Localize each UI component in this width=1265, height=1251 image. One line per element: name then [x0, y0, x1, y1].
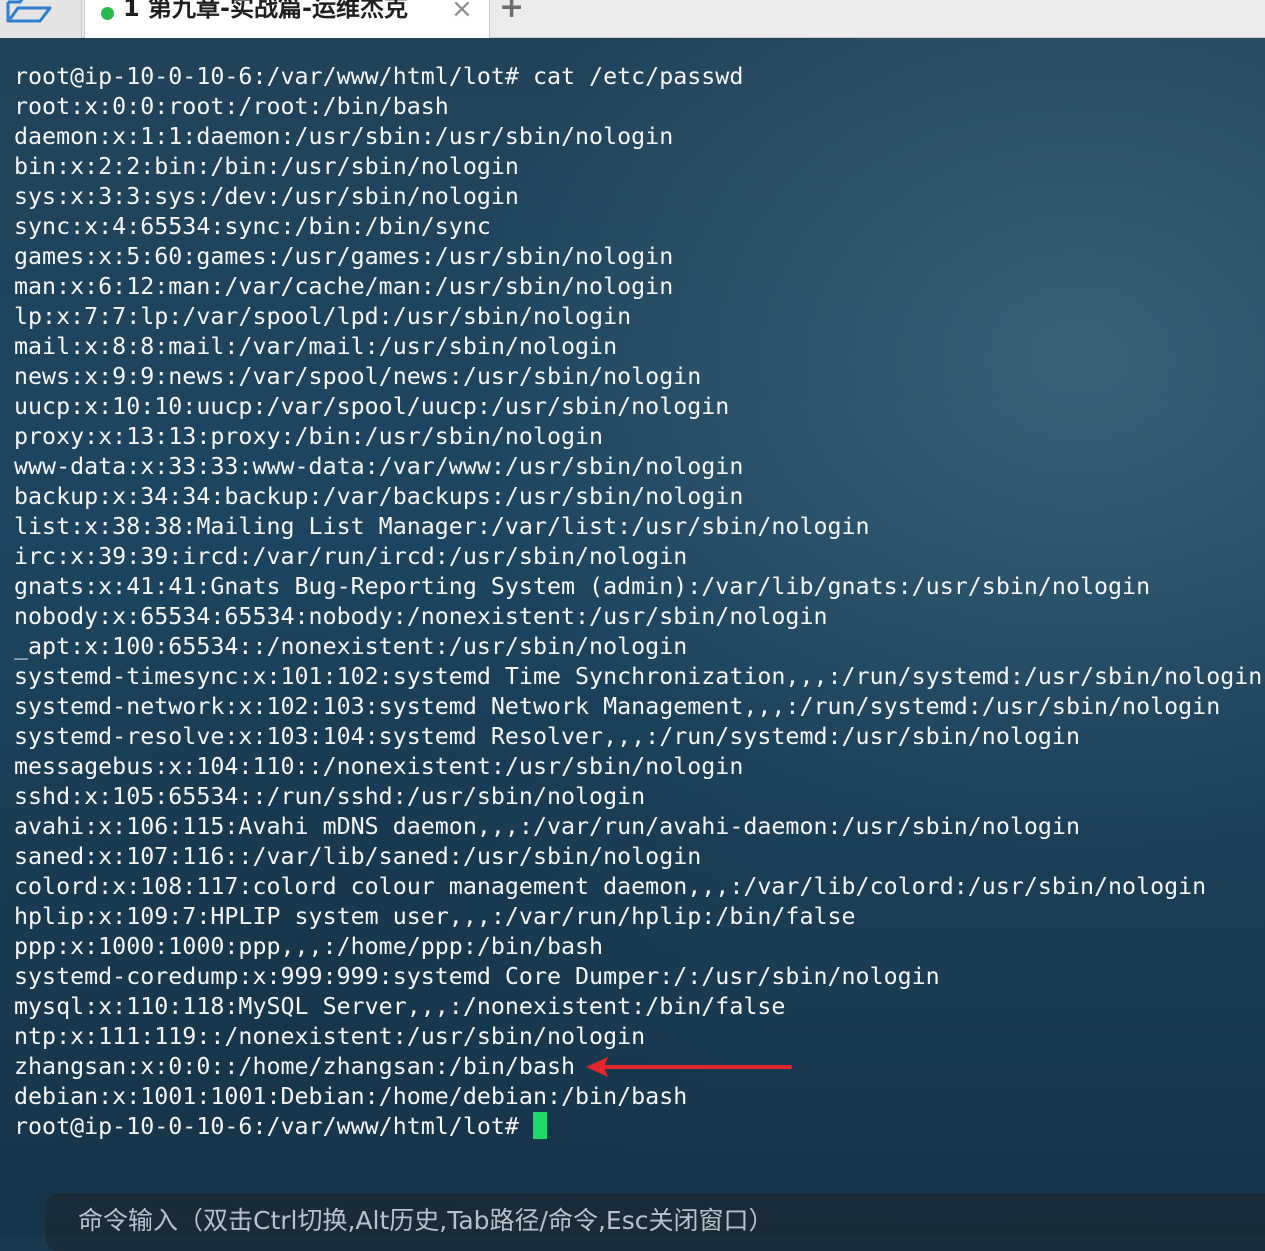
- tab-bar: 1 第九章-实战篇-运维杰克 × +: [0, 0, 1265, 38]
- terminal-line: hplip:x:109:7:HPLIP system user,,,:/var/…: [14, 903, 856, 930]
- annotation-arrow: [586, 1057, 792, 1077]
- terminal-line: _apt:x:100:65534::/nonexistent:/usr/sbin…: [14, 633, 688, 660]
- tab-session-1[interactable]: 1 第九章-实战篇-运维杰克 ×: [84, 0, 490, 38]
- terminal-line: systemd-timesync:x:101:102:systemd Time …: [14, 663, 1263, 690]
- terminal-line: colord:x:108:117:colord colour managemen…: [14, 873, 1207, 900]
- terminal-line: backup:x:34:34:backup:/var/backups:/usr/…: [14, 483, 744, 510]
- terminal-line: man:x:6:12:man:/var/cache/man:/usr/sbin/…: [14, 273, 674, 300]
- tab-title: 1 第九章-实战篇-运维杰克: [123, 0, 408, 22]
- terminal-line: mysql:x:110:118:MySQL Server,,,:/nonexis…: [14, 993, 786, 1020]
- terminal-prompt-line: root@ip-10-0-10-6:/var/www/html/lot#: [14, 1112, 547, 1142]
- command-input-bar[interactable]: 命令输入（双击Ctrl切换,Alt历史,Tab路径/命令,Esc关闭窗口）: [46, 1193, 1265, 1251]
- terminal-line: lp:x:7:7:lp:/var/spool/lpd:/usr/sbin/nol…: [14, 303, 632, 330]
- terminal-output[interactable]: root@ip-10-0-10-6:/var/www/html/lot# cat…: [0, 38, 1265, 1251]
- connected-status-icon: [101, 7, 114, 20]
- terminal-lines: root@ip-10-0-10-6:/var/www/html/lot# cat…: [0, 38, 1265, 1152]
- terminal-line: sync:x:4:65534:sync:/bin:/bin/sync: [14, 213, 491, 240]
- terminal-line: list:x:38:38:Mailing List Manager:/var/l…: [14, 513, 870, 540]
- terminal-line: uucp:x:10:10:uucp:/var/spool/uucp:/usr/s…: [14, 393, 730, 420]
- terminal-line: systemd-resolve:x:103:104:systemd Resolv…: [14, 723, 1080, 750]
- terminal-line: systemd-network:x:102:103:systemd Networ…: [14, 693, 1221, 720]
- terminal-line: mail:x:8:8:mail:/var/mail:/usr/sbin/nolo…: [14, 333, 618, 360]
- text-cursor: [532, 1112, 547, 1139]
- terminal-line: games:x:5:60:games:/usr/games:/usr/sbin/…: [14, 243, 674, 270]
- open-folder-button[interactable]: [0, 0, 82, 38]
- terminal-line: saned:x:107:116::/var/lib/saned:/usr/sbi…: [14, 843, 702, 870]
- terminal-line: daemon:x:1:1:daemon:/usr/sbin:/usr/sbin/…: [14, 123, 674, 150]
- terminal-line: ntp:x:111:119::/nonexistent:/usr/sbin/no…: [14, 1023, 646, 1050]
- terminal-line: proxy:x:13:13:proxy:/bin:/usr/sbin/nolog…: [14, 423, 604, 450]
- terminal-line: news:x:9:9:news:/var/spool/news:/usr/sbi…: [14, 363, 702, 390]
- terminal-line: bin:x:2:2:bin:/bin:/usr/sbin/nologin: [14, 153, 519, 180]
- terminal-line: systemd-coredump:x:999:999:systemd Core …: [14, 963, 940, 990]
- terminal-line: ppp:x:1000:1000:ppp,,,:/home/ppp:/bin/ba…: [14, 933, 604, 960]
- terminal-line: avahi:x:106:115:Avahi mDNS daemon,,,:/va…: [14, 813, 1080, 840]
- terminal-line: irc:x:39:39:ircd:/var/run/ircd:/usr/sbin…: [14, 543, 688, 570]
- add-tab-button[interactable]: +: [499, 0, 524, 26]
- terminal-line: gnats:x:41:41:Gnats Bug-Reporting System…: [14, 573, 1151, 600]
- terminal-line: messagebus:x:104:110::/nonexistent:/usr/…: [14, 753, 744, 780]
- terminal-line: www-data:x:33:33:www-data:/var/www:/usr/…: [14, 453, 744, 480]
- terminal-line: root@ip-10-0-10-6:/var/www/html/lot# cat…: [14, 63, 744, 90]
- terminal-line: nobody:x:65534:65534:nobody:/nonexistent…: [14, 603, 828, 630]
- terminal-line: sys:x:3:3:sys:/dev:/usr/sbin/nologin: [14, 183, 519, 210]
- terminal-line: root:x:0:0:root:/root:/bin/bash: [14, 93, 449, 120]
- terminal-line: sshd:x:105:65534::/run/sshd:/usr/sbin/no…: [14, 783, 646, 810]
- folder-icon: [6, 0, 52, 23]
- terminal-line: debian:x:1001:1001:Debian:/home/debian:/…: [14, 1083, 688, 1110]
- command-input-hint: 命令输入（双击Ctrl切换,Alt历史,Tab路径/命令,Esc关闭窗口）: [78, 1206, 774, 1235]
- terminal-line: zhangsan:x:0:0::/home/zhangsan:/bin/bash: [14, 1053, 576, 1080]
- shell-prompt: root@ip-10-0-10-6:/var/www/html/lot#: [14, 1113, 519, 1140]
- close-icon[interactable]: ×: [451, 0, 473, 26]
